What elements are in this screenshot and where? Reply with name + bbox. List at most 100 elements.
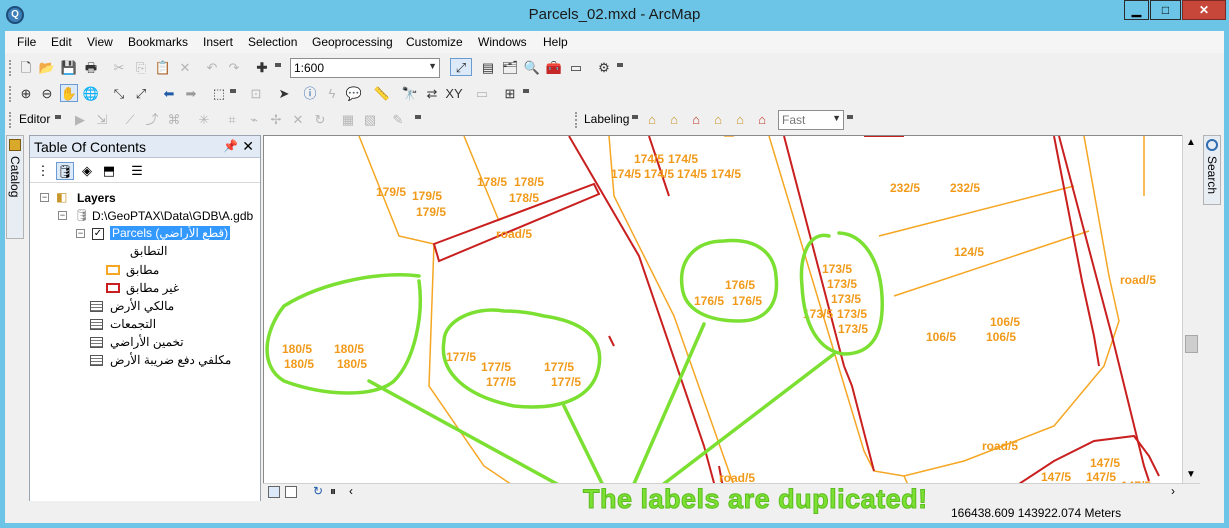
fixed-zoom-in-icon[interactable]: ⤡ bbox=[110, 84, 128, 102]
search-side-tab[interactable]: Search bbox=[1203, 135, 1221, 205]
toolbar-options-icon[interactable] bbox=[523, 89, 529, 98]
menu-help[interactable]: Help bbox=[543, 35, 568, 49]
tree-row-table[interactable]: مالكي الأرض bbox=[90, 298, 240, 316]
map-scale-select[interactable]: 1:600 ▼ bbox=[290, 58, 440, 78]
fixed-zoom-out-icon[interactable]: ⤢ bbox=[132, 84, 150, 102]
find-binoculars-icon[interactable]: 🔭 bbox=[401, 84, 419, 102]
menu-selection[interactable]: Selection bbox=[248, 35, 297, 49]
collapse-icon[interactable]: − bbox=[40, 193, 49, 202]
catalog-side-tab[interactable]: Catalog bbox=[6, 135, 24, 239]
view-unplaced-labels-icon[interactable]: ⌂ bbox=[753, 110, 771, 128]
print-icon[interactable]: 🖶 bbox=[82, 58, 100, 76]
select-features-icon[interactable]: ⬚ bbox=[210, 84, 228, 102]
scroll-thumb[interactable] bbox=[1185, 335, 1198, 353]
sketch-properties-icon[interactable]: ▧ bbox=[361, 110, 379, 128]
layout-view-icon[interactable] bbox=[285, 486, 297, 498]
editor-dropdown-icon[interactable] bbox=[55, 115, 61, 124]
toolbar-options-icon[interactable] bbox=[617, 63, 623, 72]
tree-row-parcels-layer[interactable]: − ✓ Parcels (قطع الأراضي) bbox=[76, 226, 261, 244]
edit-annotation-icon[interactable]: ⇲ bbox=[93, 110, 111, 128]
data-view-icon[interactable] bbox=[268, 486, 280, 498]
new-document-icon[interactable]: 🗋 bbox=[17, 58, 35, 76]
split-icon[interactable]: ✕ bbox=[289, 110, 307, 128]
maximize-button[interactable]: □ bbox=[1150, 0, 1181, 20]
map-display[interactable]: 179/5 179/5 179/5 178/5 178/5 178/5 road/5 174/… bbox=[263, 135, 1200, 519]
list-by-source-icon[interactable]: 🛢 bbox=[56, 162, 74, 180]
tree-row-table[interactable]: تخمين الأراضي bbox=[90, 334, 240, 352]
hyperlink-lightning-icon[interactable]: ϟ bbox=[323, 84, 341, 102]
clear-selection-icon[interactable]: ⊡ bbox=[247, 84, 265, 102]
toc-window-icon[interactable]: ▤ bbox=[479, 58, 497, 76]
catalog-window-icon[interactable]: 🗂 bbox=[501, 58, 519, 76]
menu-geoprocessing[interactable]: Geoprocessing bbox=[312, 35, 393, 49]
map-vertical-scrollbar[interactable]: ▲ ▼ bbox=[1182, 135, 1200, 487]
editor-menu-button[interactable]: Editor bbox=[19, 112, 50, 126]
copy-icon[interactable]: ⎘ bbox=[132, 58, 150, 76]
list-by-selection-icon[interactable]: ⬒ bbox=[100, 162, 118, 180]
menu-edit[interactable]: Edit bbox=[51, 35, 72, 49]
editing-toolbar-toggle-icon[interactable]: ⤢ bbox=[450, 58, 472, 76]
reshape-icon[interactable]: ⌁ bbox=[245, 110, 263, 128]
toolbar-options-icon[interactable] bbox=[847, 115, 853, 124]
menu-windows[interactable]: Windows bbox=[478, 35, 527, 49]
delete-icon[interactable]: ✕ bbox=[176, 58, 194, 76]
scroll-right-icon[interactable]: › bbox=[1171, 484, 1175, 498]
menu-file[interactable]: File bbox=[17, 35, 36, 49]
edit-tool-icon[interactable]: ▶ bbox=[71, 110, 89, 128]
label-weight-icon[interactable]: ⌂ bbox=[687, 110, 705, 128]
go-back-arrow-icon[interactable]: ⬅ bbox=[160, 84, 178, 102]
open-folder-icon[interactable]: 📂 bbox=[38, 58, 56, 76]
rotate-icon[interactable]: ↻ bbox=[311, 110, 329, 128]
add-data-icon[interactable]: ✚ bbox=[253, 58, 271, 76]
add-data-dropdown-icon[interactable] bbox=[275, 63, 281, 72]
toolbar-grip[interactable] bbox=[9, 86, 12, 102]
pan-hand-icon[interactable]: ✋ bbox=[60, 84, 78, 102]
pause-labeling-icon[interactable]: ⌂ bbox=[731, 110, 749, 128]
zoom-out-icon[interactable]: ⊖ bbox=[38, 84, 56, 102]
collapse-icon[interactable]: − bbox=[58, 211, 67, 220]
measure-ruler-icon[interactable]: 📏 bbox=[373, 84, 391, 102]
label-manager-icon[interactable]: ⌂ bbox=[643, 110, 661, 128]
close-icon[interactable]: ✕ bbox=[242, 138, 254, 155]
toolbar-options-icon[interactable] bbox=[415, 115, 421, 124]
python-window-icon[interactable]: ▭ bbox=[567, 58, 585, 76]
trace-icon[interactable]: ⌘ bbox=[165, 110, 183, 128]
list-by-drawing-order-icon[interactable]: ⋮ bbox=[34, 162, 52, 180]
refresh-icon[interactable]: ↻ bbox=[313, 484, 323, 498]
redo-icon[interactable]: ↷ bbox=[225, 58, 243, 76]
scroll-down-icon[interactable]: ▼ bbox=[1186, 469, 1196, 480]
minimize-button[interactable]: ▁ bbox=[1124, 0, 1149, 20]
tree-row-layers[interactable]: − ◧ Layers bbox=[40, 190, 240, 208]
label-priority-icon[interactable]: ⌂ bbox=[665, 110, 683, 128]
model-builder-icon[interactable]: ⚙ bbox=[595, 58, 613, 76]
cut-icon[interactable]: ✂ bbox=[110, 58, 128, 76]
labeling-dropdown-icon[interactable] bbox=[632, 115, 638, 124]
menu-view[interactable]: View bbox=[87, 35, 113, 49]
labeling-menu-button[interactable]: Labeling bbox=[584, 112, 629, 126]
pin-icon[interactable]: 📌 bbox=[223, 139, 238, 153]
identify-info-icon[interactable]: ⓘ bbox=[301, 84, 319, 102]
pause-drawing-icon[interactable]: ⏸ bbox=[330, 484, 336, 499]
end-point-arc-icon[interactable]: ⤴ bbox=[143, 110, 161, 128]
list-by-visibility-icon[interactable]: ◈ bbox=[78, 162, 96, 180]
search-window-icon[interactable]: 🔍 bbox=[523, 58, 541, 76]
menu-insert[interactable]: Insert bbox=[203, 35, 233, 49]
close-button[interactable]: ✕ bbox=[1182, 0, 1226, 20]
toolbar-grip[interactable] bbox=[9, 60, 12, 76]
zoom-in-icon[interactable]: ⊕ bbox=[17, 84, 35, 102]
lock-labels-icon[interactable]: ⌂ bbox=[709, 110, 727, 128]
toc-options-icon[interactable]: ☰ bbox=[128, 162, 146, 180]
parcels-visibility-checkbox[interactable]: ✓ bbox=[92, 228, 104, 240]
attributes-icon[interactable]: ▦ bbox=[339, 110, 357, 128]
tree-row-geodatabase[interactable]: − 🛢 D:\GeoPTAX\Data\GDB\A.gdb bbox=[58, 208, 258, 226]
scroll-left-icon[interactable]: ‹ bbox=[349, 484, 353, 498]
edit-vertices-icon[interactable]: ⌗ bbox=[223, 110, 241, 128]
create-features-icon[interactable]: ✎ bbox=[389, 110, 407, 128]
tree-row-table[interactable]: مكلفي دفع ضريبة الأرض bbox=[90, 352, 255, 370]
find-route-icon[interactable]: ⇄ bbox=[423, 84, 441, 102]
create-viewer-window-icon[interactable]: ⊞ bbox=[501, 84, 519, 102]
collapse-icon[interactable]: − bbox=[76, 229, 85, 238]
save-icon[interactable]: 💾 bbox=[60, 58, 78, 76]
parcels-layer-label[interactable]: Parcels (قطع الأراضي) bbox=[110, 226, 231, 240]
undo-icon[interactable]: ↶ bbox=[203, 58, 221, 76]
